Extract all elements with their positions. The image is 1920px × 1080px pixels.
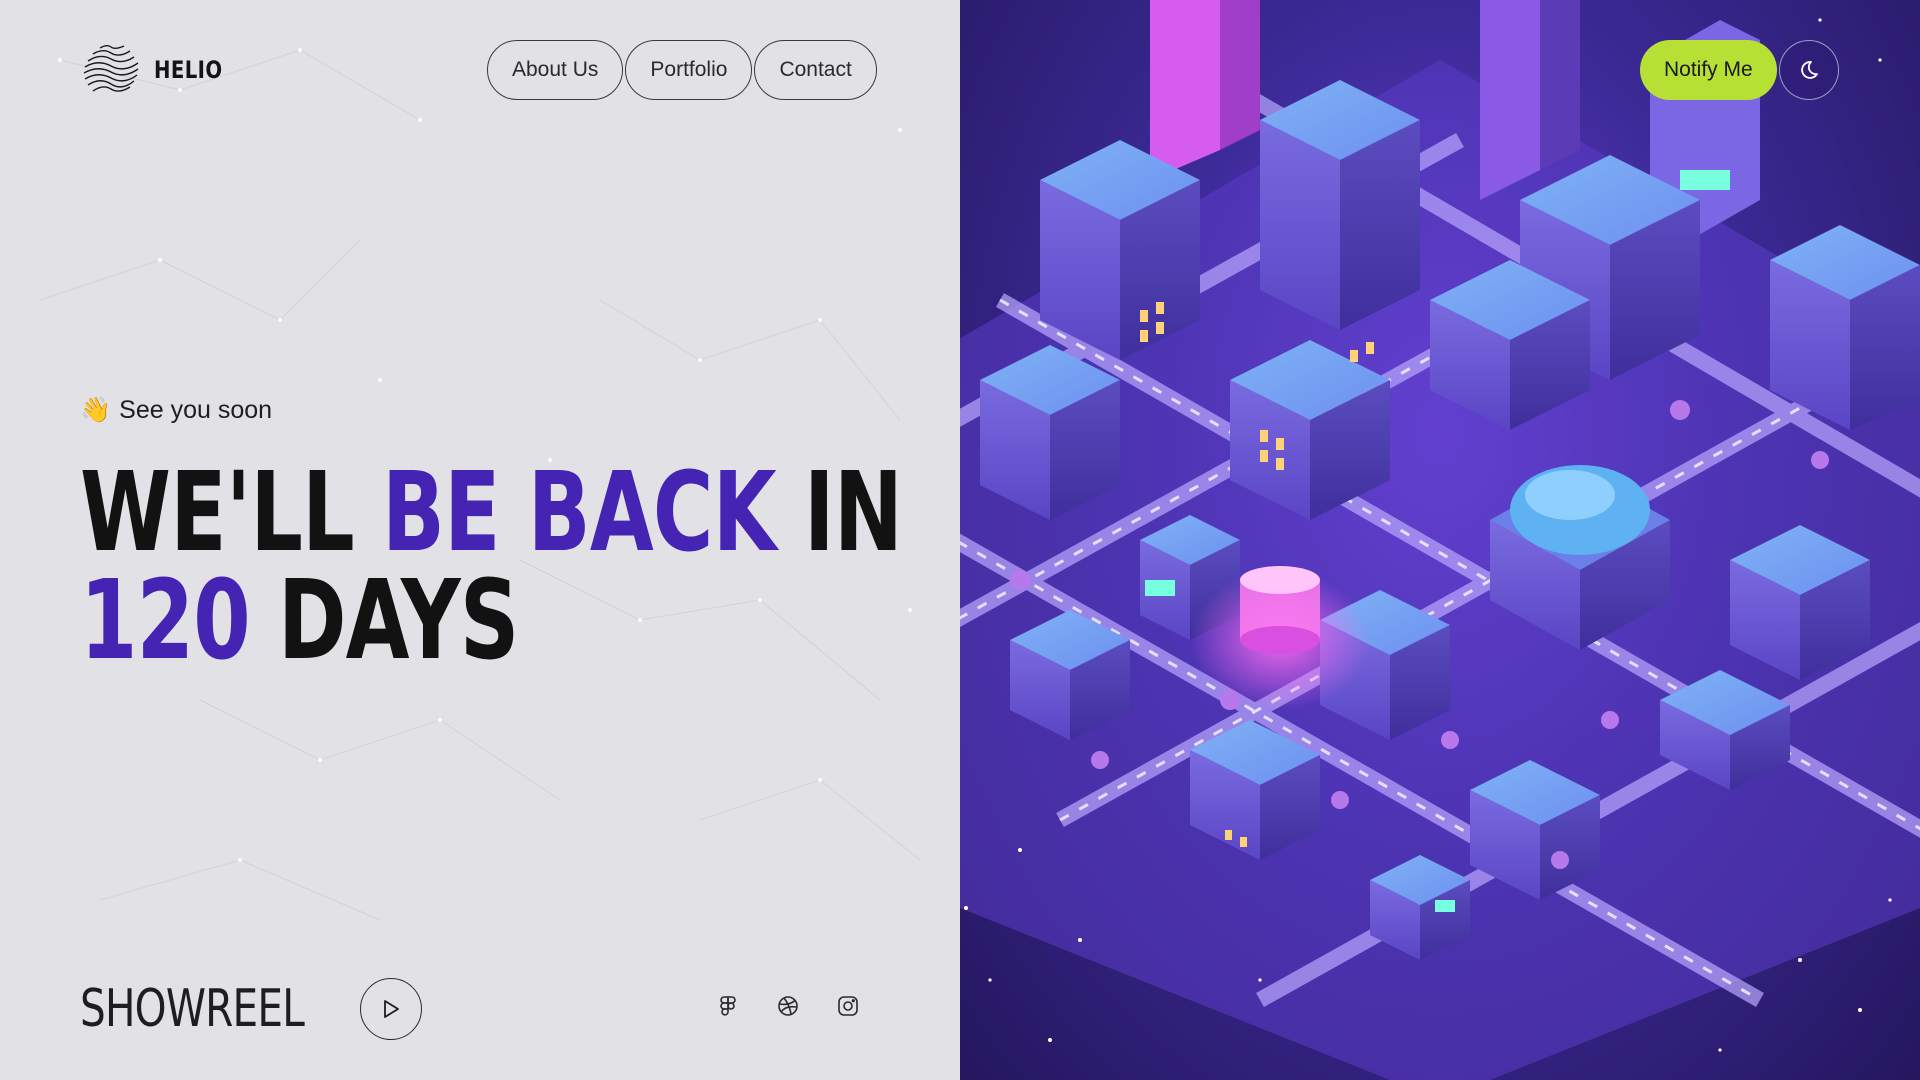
nav-portfolio-button[interactable]: Portfolio [625, 40, 753, 100]
headline-countdown-number: 120 [80, 556, 251, 684]
nav-contact-button[interactable]: Contact [754, 40, 877, 100]
hero-subtitle-text: See you soon [119, 396, 273, 424]
social-links [716, 994, 860, 1018]
left-panel: HELIO About Us Portfolio Contact 👋 See y… [0, 0, 960, 1080]
brand-name: HELIO [154, 56, 223, 84]
main-nav: About Us Portfolio Contact [487, 40, 877, 100]
dribbble-icon[interactable] [776, 994, 800, 1018]
figma-icon[interactable] [716, 994, 740, 1018]
hero-illustration [960, 0, 1920, 1080]
wavy-sphere-logo-icon [83, 45, 139, 92]
waving-hand-icon: 👋 [80, 396, 112, 424]
play-button[interactable] [360, 978, 422, 1040]
isometric-city-illustration [960, 0, 1920, 1080]
brand[interactable]: HELIO [80, 39, 238, 101]
headline-line1-part2: IN [775, 448, 903, 576]
notify-me-button[interactable]: Notify Me [1640, 40, 1777, 100]
moon-icon [1801, 61, 1818, 79]
showreel-label: SHOWREEL [80, 979, 305, 1039]
play-icon [384, 1000, 399, 1018]
theme-toggle-button[interactable] [1779, 40, 1839, 100]
hero-headline: WE'LL BE BACK IN 120 DAYS [80, 457, 903, 675]
headline-line2-part2: DAYS [249, 556, 519, 684]
showreel[interactable]: SHOWREEL [80, 978, 422, 1040]
hero-subtitle: 👋 See you soon [80, 396, 272, 425]
instagram-icon[interactable] [836, 994, 860, 1018]
nav-about-us-button[interactable]: About Us [487, 40, 624, 100]
